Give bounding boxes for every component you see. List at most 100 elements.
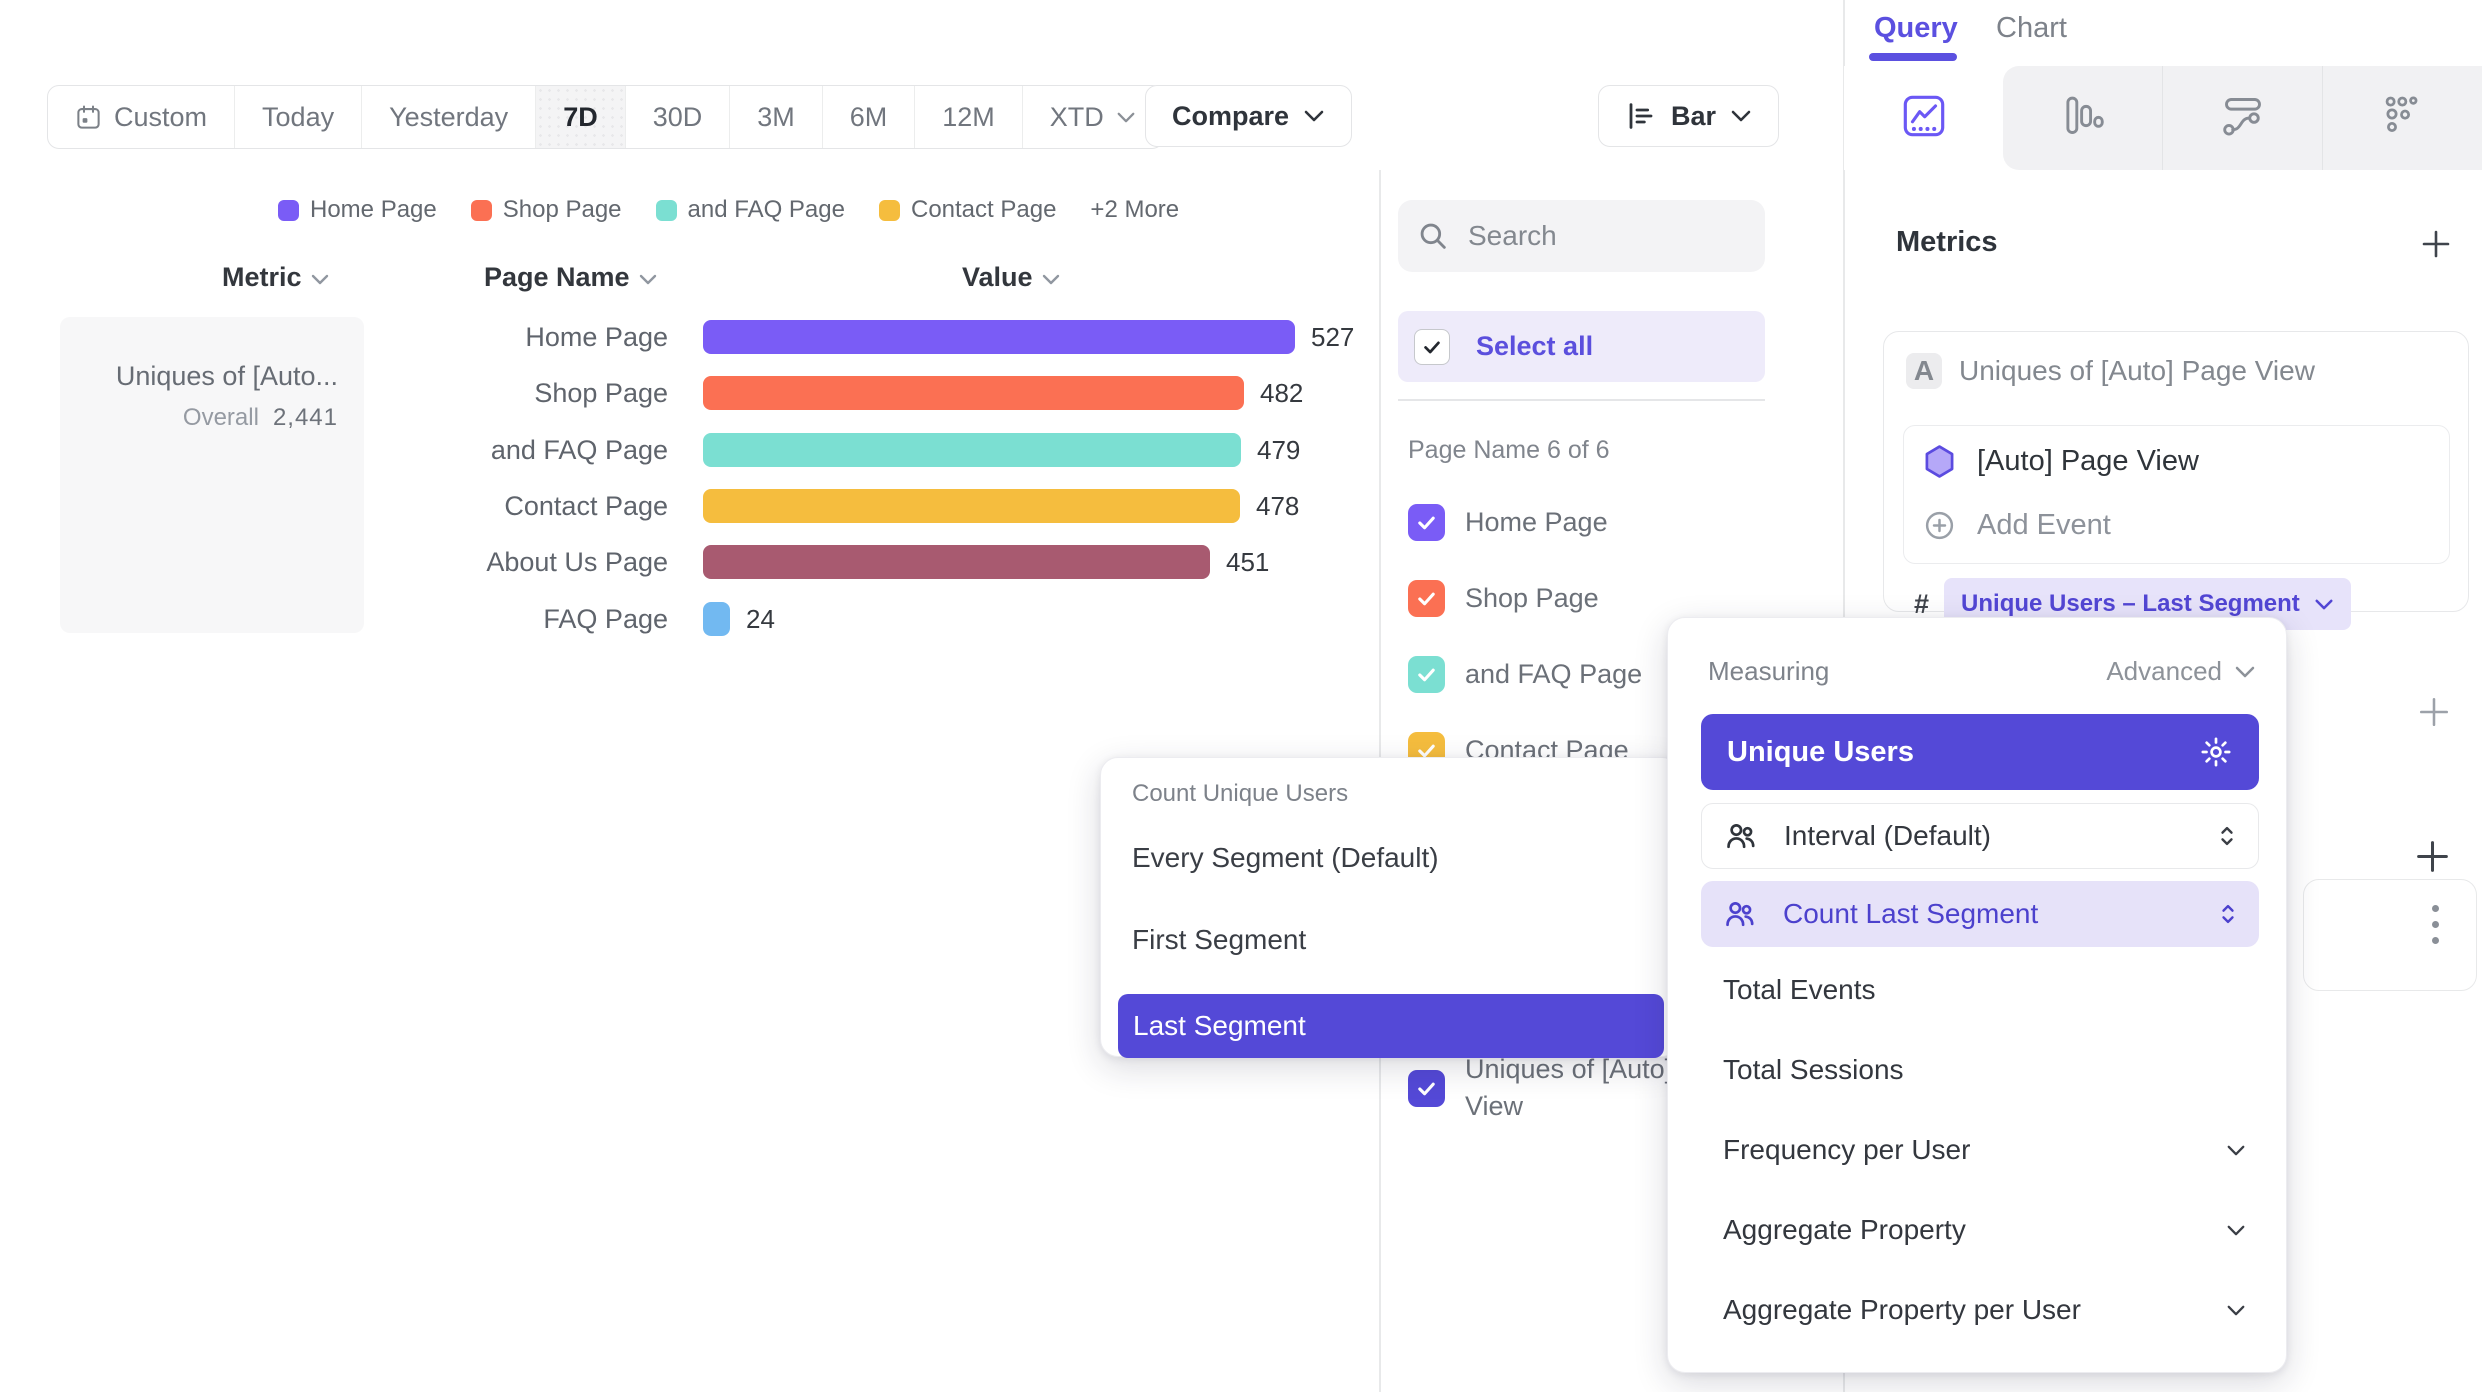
count-unique-users-popup: Count Unique Users Every Segment (Defaul…	[1100, 757, 1680, 1057]
legend-item-home-page[interactable]: Home Page	[278, 196, 437, 224]
chart-type-label: Bar	[1671, 101, 1716, 132]
add-event-label: Add Event	[1977, 509, 2111, 542]
chevron-down-icon	[1730, 109, 1752, 123]
chart-type-tab-grid-dots[interactable]	[2323, 66, 2482, 170]
count-option-first-segment[interactable]: First Segment	[1132, 924, 1306, 956]
chart-type-button[interactable]: Bar	[1598, 85, 1779, 147]
check-icon	[1415, 663, 1438, 686]
range-6m[interactable]: 6M	[823, 86, 916, 148]
range-custom[interactable]: Custom	[48, 86, 235, 148]
legend-more[interactable]: +2 More	[1090, 196, 1179, 224]
range-12m[interactable]: 12M	[915, 86, 1023, 148]
compare-button[interactable]: Compare	[1145, 85, 1352, 147]
flow-icon	[2221, 94, 2265, 143]
line-chart-icon	[1901, 93, 1947, 144]
chart-row-and-faq-page: and FAQ Page479	[0, 422, 1379, 478]
tab-chart[interactable]: Chart	[1996, 12, 2067, 45]
select-all-row[interactable]: Select all	[1398, 311, 1765, 382]
chart-type-tab-line[interactable]	[1844, 66, 2003, 170]
metric-card-title: Uniques of [Auto] Page View	[1959, 355, 2315, 387]
range-7d[interactable]: 7D	[536, 86, 626, 148]
measuring-option-total-events[interactable]: Total Events	[1723, 974, 2246, 1006]
range-xtd[interactable]: XTD	[1023, 86, 1163, 148]
check-icon	[1415, 511, 1438, 534]
legend-swatch	[471, 200, 492, 221]
horizontal-bar-chart-icon	[1625, 100, 1657, 132]
filter-divider	[1398, 399, 1765, 401]
measuring-popup: Measuring Advanced Unique Users Interval…	[1667, 617, 2287, 1373]
legend-swatch	[879, 200, 900, 221]
bar-and-faq-page[interactable]	[703, 433, 1241, 467]
bar-chart-icon	[2061, 94, 2105, 143]
row-label: FAQ Page	[0, 604, 668, 635]
count-option-every-segment-default-[interactable]: Every Segment (Default)	[1132, 842, 1439, 874]
chart-type-tab-flow[interactable]	[2163, 66, 2323, 170]
kebab-menu-icon[interactable]	[2432, 905, 2439, 944]
users-icon	[1723, 897, 1757, 931]
advanced-toggle[interactable]: Advanced	[2106, 656, 2256, 687]
range-30d[interactable]: 30D	[626, 86, 731, 148]
hash-symbol: #	[1914, 589, 1929, 620]
add-metric-icon[interactable]	[2420, 228, 2452, 260]
bar-value: 482	[1260, 378, 1303, 409]
legend-item-and-faq-page[interactable]: and FAQ Page	[656, 196, 845, 224]
measuring-option-aggregate-property[interactable]: Aggregate Property	[1723, 1214, 2246, 1246]
metric-checkbox[interactable]	[1408, 1070, 1445, 1107]
add-event-row[interactable]: Add Event	[1923, 509, 2111, 542]
range-3m[interactable]: 3M	[730, 86, 823, 148]
gear-icon[interactable]	[2199, 735, 2233, 769]
tab-query[interactable]: Query	[1874, 12, 1958, 45]
checkbox[interactable]	[1408, 656, 1445, 693]
measuring-row-count-last-segment[interactable]: Count Last Segment	[1701, 881, 2259, 947]
column-header-metric[interactable]: Metric	[222, 262, 329, 293]
legend-item-contact-page[interactable]: Contact Page	[879, 196, 1056, 224]
sort-chevron-icon	[1042, 274, 1060, 285]
select-all-checkbox[interactable]	[1414, 329, 1450, 365]
measuring-option-aggregate-property-per-user[interactable]: Aggregate Property per User	[1723, 1294, 2246, 1326]
row-label: Shop Page	[0, 378, 668, 409]
check-icon	[1415, 1077, 1438, 1100]
measuring-row-interval[interactable]: Interval (Default)	[1701, 803, 2259, 869]
range-yesterday[interactable]: Yesterday	[362, 86, 536, 148]
event-row[interactable]: [Auto] Page View	[1923, 444, 2199, 479]
segment-search	[1398, 200, 1765, 272]
chevron-down-icon	[2314, 598, 2334, 611]
select-all-label: Select all	[1476, 331, 1593, 362]
filter-item-and-faq-page[interactable]: and FAQ Page	[1408, 656, 1642, 693]
bar-faq-page[interactable]	[703, 602, 730, 636]
range-today[interactable]: Today	[235, 86, 362, 148]
bar-home-page[interactable]	[703, 320, 1295, 354]
metric-badge: A	[1906, 353, 1942, 389]
measuring-option-frequency-per-user[interactable]: Frequency per User	[1723, 1134, 2246, 1166]
count-option-last-segment[interactable]: Last Segment	[1118, 994, 1664, 1058]
legend-item-shop-page[interactable]: Shop Page	[471, 196, 622, 224]
chevron-down-icon	[1116, 111, 1136, 124]
bar-shop-page[interactable]	[703, 376, 1244, 410]
chevron-down-icon	[1303, 109, 1325, 123]
bar-value: 451	[1226, 547, 1269, 578]
filter-group-label: Page Name 6 of 6	[1408, 436, 1610, 465]
bar-value: 527	[1311, 322, 1354, 353]
count-popup-header: Count Unique Users	[1132, 780, 1679, 808]
add-filter-icon[interactable]	[2417, 695, 2451, 729]
chart-type-tab-bar-chart[interactable]	[2003, 66, 2163, 170]
chevron-down-icon	[2234, 665, 2256, 679]
checkbox[interactable]	[1408, 580, 1445, 617]
users-icon	[1724, 819, 1758, 853]
sort-updown-icon	[2218, 823, 2236, 849]
measuring-option-total-sessions[interactable]: Total Sessions	[1723, 1054, 2246, 1086]
bar-about-us-page[interactable]	[703, 545, 1210, 579]
sort-chevron-icon	[639, 274, 657, 285]
filter-item-home-page[interactable]: Home Page	[1408, 504, 1608, 541]
column-header-page-name[interactable]: Page Name	[484, 262, 657, 293]
measuring-option-unique-users[interactable]: Unique Users	[1701, 714, 2259, 790]
checkbox[interactable]	[1408, 504, 1445, 541]
row-label: About Us Page	[0, 547, 668, 578]
search-input[interactable]	[1466, 219, 1720, 253]
add-breakdown-icon[interactable]	[2414, 838, 2451, 875]
metrics-heading: Metrics	[1896, 226, 1998, 259]
chevron-down-icon	[2226, 1144, 2246, 1157]
bar-contact-page[interactable]	[703, 489, 1240, 523]
filter-item-shop-page[interactable]: Shop Page	[1408, 580, 1599, 617]
column-header-value[interactable]: Value	[962, 262, 1060, 293]
